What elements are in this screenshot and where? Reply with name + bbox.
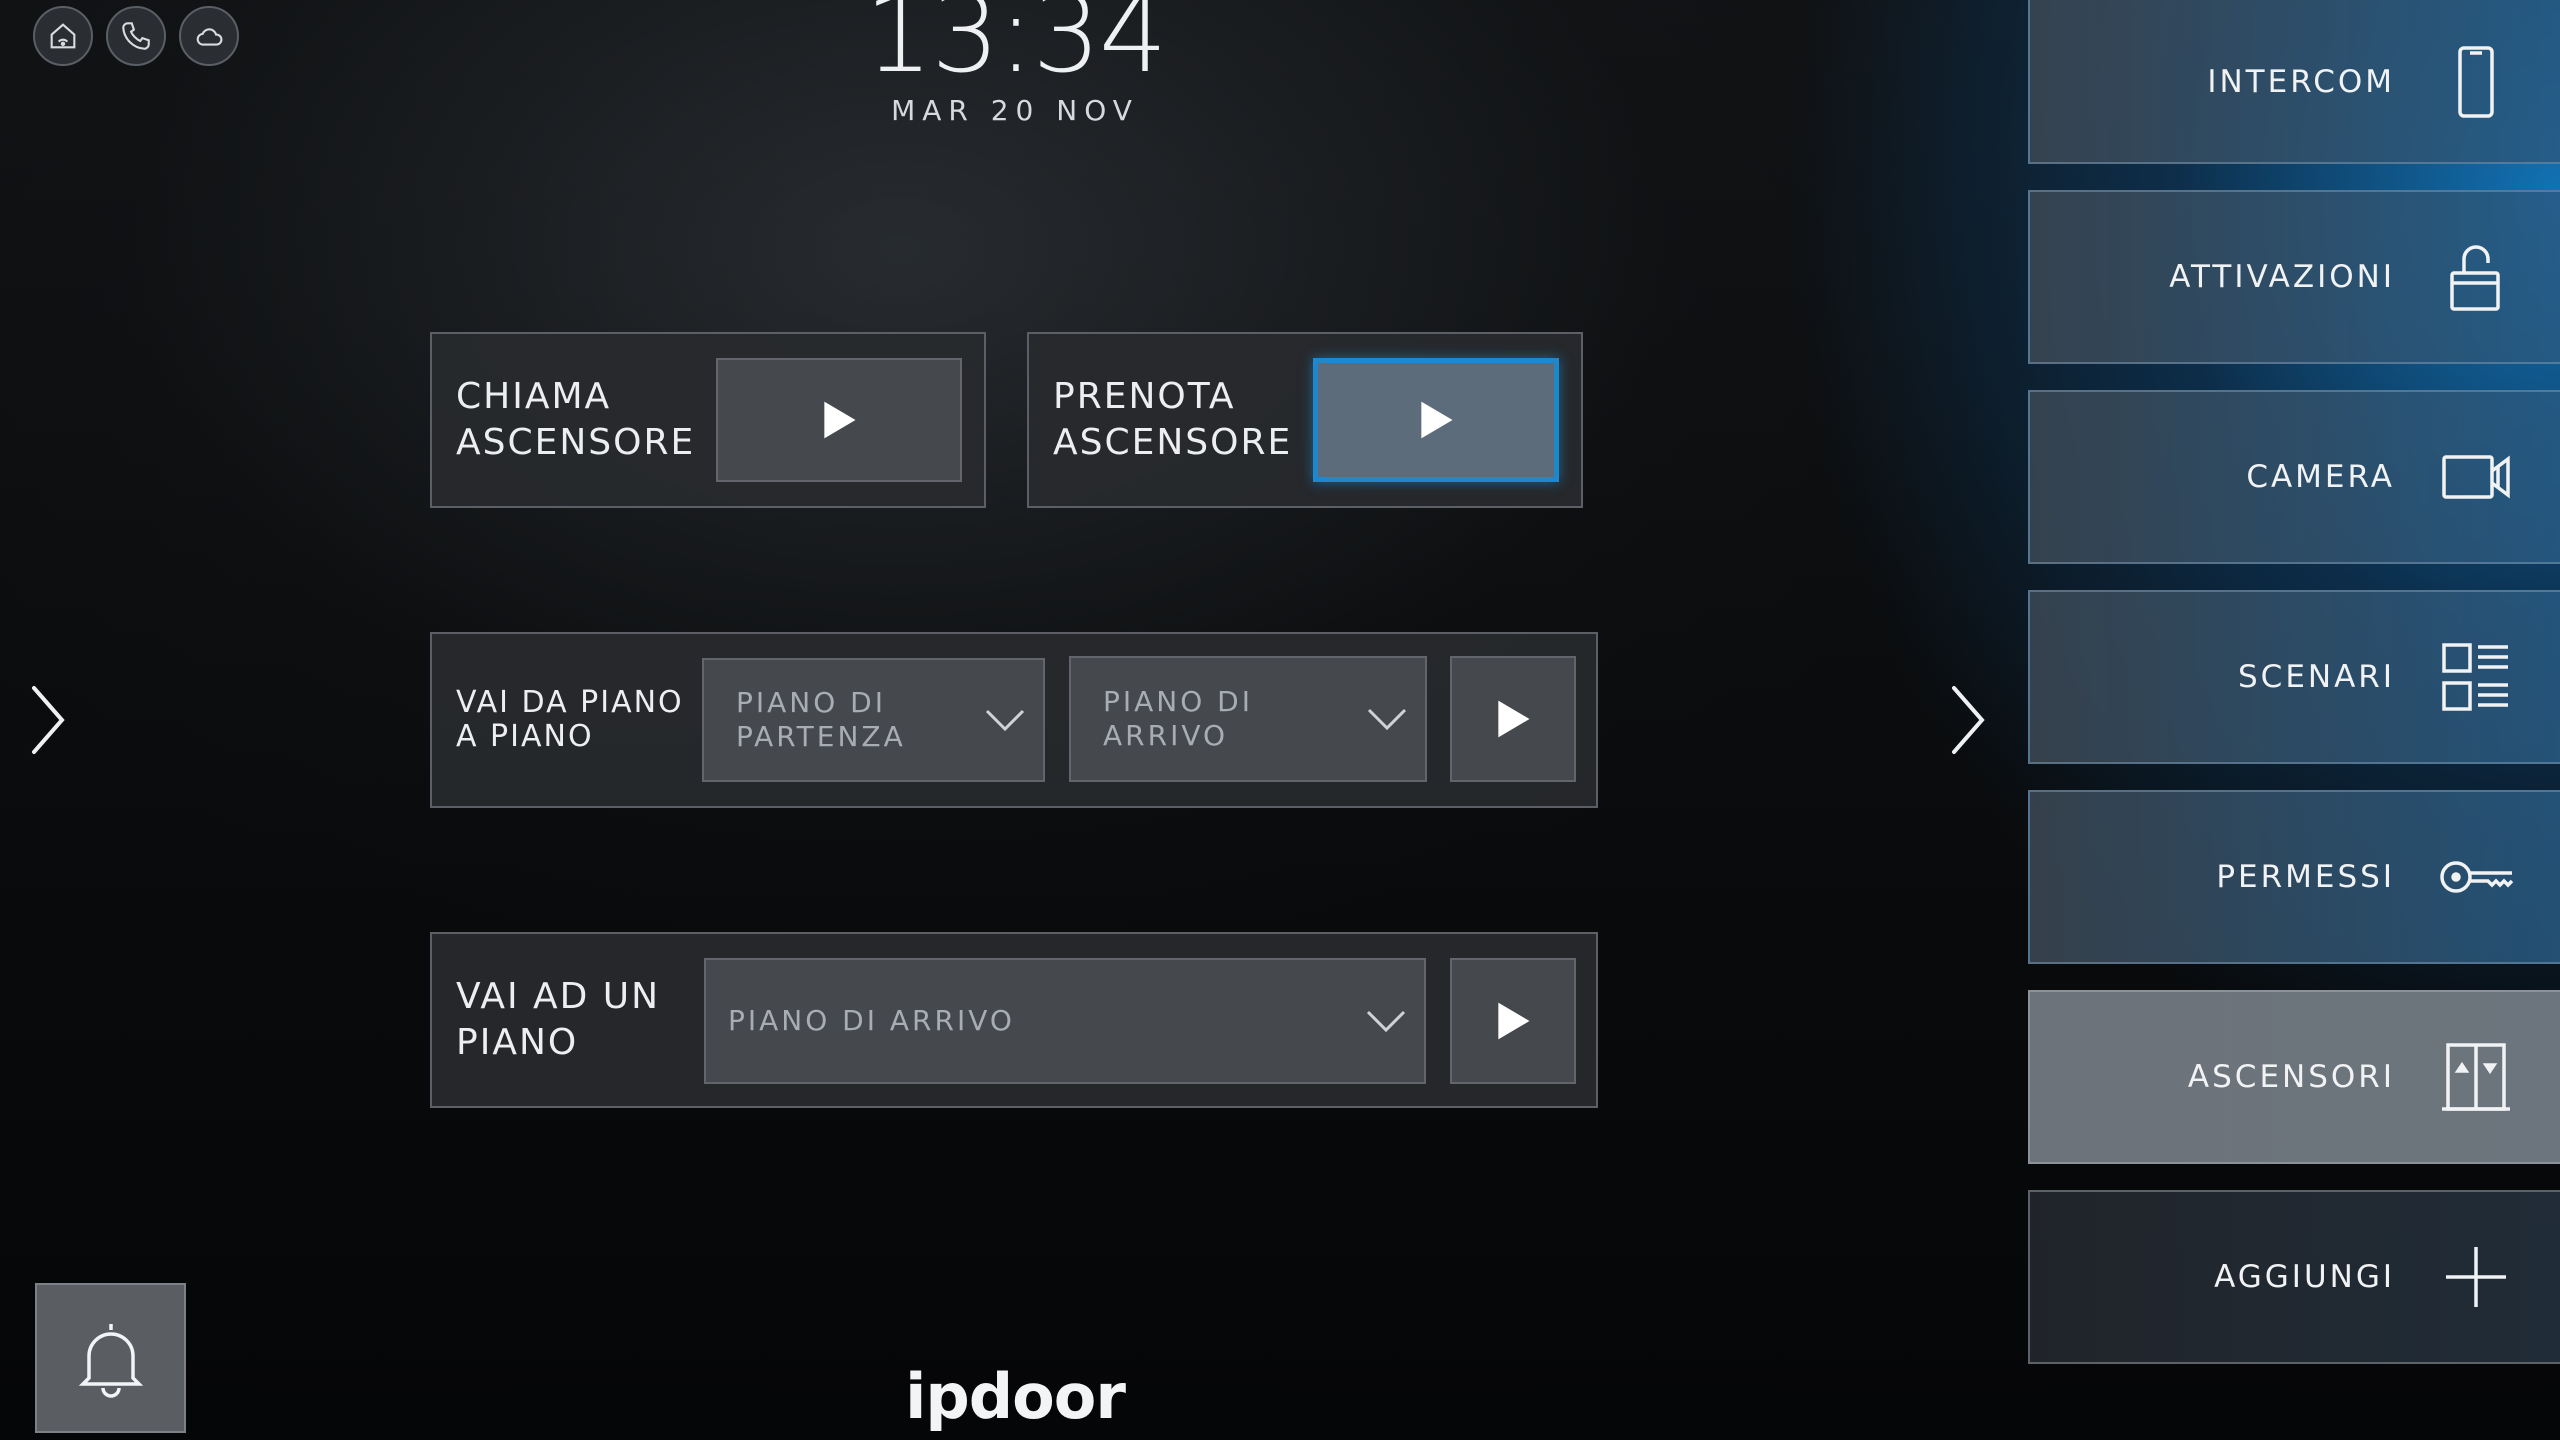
call-elevator-button[interactable]	[716, 358, 962, 482]
notifications-button[interactable]	[35, 1283, 186, 1433]
floor-to-floor-go-button[interactable]	[1450, 656, 1576, 782]
sidebar-item-label: INTERCOM	[2207, 64, 2395, 100]
go-to-floor-arrival-select[interactable]: PIANO DI ARRIVO	[704, 958, 1426, 1084]
clock-time: 13:34	[864, 0, 1167, 97]
chevron-down-icon	[985, 709, 1025, 732]
cloud-icon[interactable]	[179, 6, 239, 66]
play-icon	[1498, 700, 1530, 738]
sidebar-item-ascensori[interactable]: ASCENSORI	[2028, 990, 2560, 1164]
call-elevator-card: CHIAMA ASCENSORE	[430, 332, 986, 508]
bell-icon	[78, 1324, 143, 1398]
sidebar-item-camera[interactable]: CAMERA	[2028, 390, 2560, 564]
book-elevator-label: PRENOTA ASCENSORE	[1053, 376, 1293, 463]
go-to-floor-arrival-placeholder: PIANO DI ARRIVO	[728, 1004, 1015, 1037]
floor-to-floor-card: VAI DA PIANO A PIANO PIANO DI PARTENZA P…	[430, 632, 1598, 808]
chevron-down-icon	[1366, 1010, 1406, 1033]
sidebar-item-aggiungi[interactable]: AGGIUNGI	[2028, 1190, 2560, 1364]
scenes-grid-icon	[2438, 639, 2514, 715]
floor-to-floor-label: VAI DA PIANO A PIANO	[456, 685, 684, 754]
video-camera-icon	[2438, 439, 2514, 515]
home-icon[interactable]	[33, 6, 93, 66]
play-icon	[1498, 1002, 1530, 1040]
arrival-floor-select[interactable]: PIANO DI ARRIVO	[1069, 656, 1427, 782]
clock-date: MAR 20 NOV	[891, 94, 1139, 127]
sidebar-item-label: ATTIVAZIONI	[2169, 259, 2395, 295]
sidebar-item-attivazioni[interactable]: ATTIVAZIONI	[2028, 190, 2560, 364]
go-to-floor-go-button[interactable]	[1450, 958, 1576, 1084]
clock: 13:34 MAR 20 NOV	[850, 0, 1180, 127]
sidebar-item-label: SCENARI	[2238, 659, 2395, 695]
departure-floor-placeholder: PIANO DI PARTENZA	[736, 686, 906, 753]
go-to-floor-label: VAI AD UN PIANO	[456, 976, 661, 1063]
sidebar-item-scenari[interactable]: SCENARI	[2028, 590, 2560, 764]
elevator-icon	[2438, 1039, 2514, 1115]
plus-icon	[2438, 1239, 2514, 1315]
chevron-down-icon	[1367, 708, 1407, 731]
play-icon	[1421, 401, 1453, 439]
book-elevator-card: PRENOTA ASCENSORE	[1027, 332, 1583, 508]
sidebar-item-intercom[interactable]: INTERCOM	[2028, 0, 2560, 164]
call-elevator-label: CHIAMA ASCENSORE	[456, 376, 696, 463]
unlock-icon	[2438, 239, 2514, 315]
play-icon	[824, 401, 856, 439]
ipdoor-logo: ipdoor	[905, 1360, 1126, 1433]
departure-floor-select[interactable]: PIANO DI PARTENZA	[702, 658, 1045, 782]
sidebar-item-label: PERMESSI	[2216, 859, 2395, 895]
sidebar-item-label: AGGIUNGI	[2214, 1259, 2395, 1295]
arrival-floor-placeholder: PIANO DI ARRIVO	[1103, 685, 1253, 752]
sidebar-item-label: CAMERA	[2246, 459, 2395, 495]
next-page-arrow-icon[interactable]	[1948, 680, 1988, 760]
status-bar	[33, 6, 239, 66]
sidebar-item-permessi[interactable]: PERMESSI	[2028, 790, 2560, 964]
previous-page-arrow-icon[interactable]	[28, 680, 68, 760]
sidebar-item-label: ASCENSORI	[2187, 1059, 2395, 1095]
key-icon	[2438, 839, 2514, 915]
go-to-floor-card: VAI AD UN PIANO PIANO DI ARRIVO	[430, 932, 1598, 1108]
smartphone-icon	[2438, 44, 2514, 120]
phone-icon[interactable]	[106, 6, 166, 66]
book-elevator-button[interactable]	[1313, 358, 1559, 482]
